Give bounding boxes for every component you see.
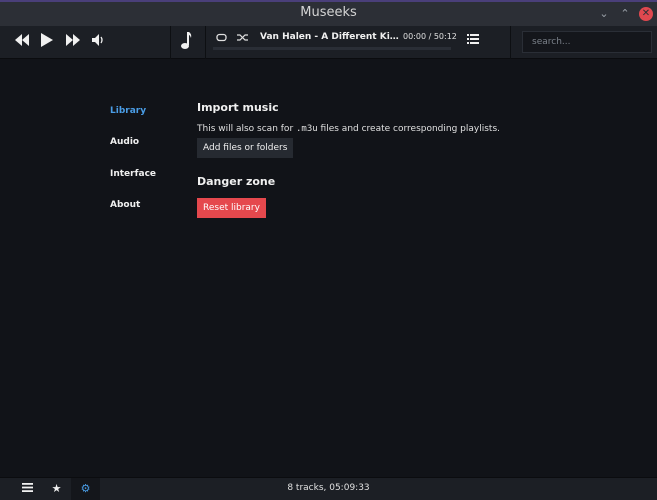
- settings-nav-interface[interactable]: Interface: [110, 169, 156, 179]
- play-icon[interactable]: [41, 33, 53, 52]
- settings-nav-about[interactable]: About: [110, 200, 140, 210]
- maximize-icon[interactable]: ⌃: [618, 7, 632, 21]
- import-music-heading: Import music: [197, 101, 279, 114]
- shuffle-icon[interactable]: [237, 32, 249, 45]
- music-note-icon: [180, 32, 192, 55]
- settings-nav-library[interactable]: Library: [110, 106, 146, 116]
- settings-nav-audio[interactable]: Audio: [110, 137, 139, 147]
- queue-icon[interactable]: [467, 33, 479, 48]
- m3u-code: .m3u: [296, 124, 318, 134]
- search-input[interactable]: [522, 31, 652, 53]
- header-divider: [205, 26, 206, 59]
- now-playing: Van Halen - A Different Kind Of Truth 00…: [207, 26, 510, 59]
- reset-library-button[interactable]: Reset library: [197, 198, 266, 218]
- next-icon[interactable]: [66, 33, 80, 51]
- track-title: Van Halen - A Different Kind Of Truth: [260, 32, 400, 42]
- window-titlebar: Museeks ⌄ ⌃ ✕: [0, 0, 657, 26]
- minimize-icon[interactable]: ⌄: [597, 7, 611, 21]
- previous-icon[interactable]: [15, 33, 29, 51]
- player-header: Van Halen - A Different Kind Of Truth 00…: [0, 26, 657, 59]
- import-description: This will also scan for .m3u files and c…: [197, 124, 500, 134]
- danger-zone-heading: Danger zone: [197, 175, 276, 188]
- track-time: 00:00 / 50:12: [403, 32, 457, 41]
- import-description-text: This will also scan for: [197, 124, 296, 134]
- progress-bar[interactable]: [213, 47, 451, 50]
- settings-view: Library Audio Interface About Import mus…: [0, 59, 657, 477]
- header-divider: [510, 26, 511, 59]
- header-divider: [170, 26, 171, 59]
- window-title: Museeks: [300, 5, 357, 20]
- repeat-icon[interactable]: [216, 32, 227, 45]
- library-status: 8 tracks, 05:09:33: [287, 483, 370, 493]
- import-description-text-end: files and create corresponding playlists…: [317, 124, 500, 134]
- volume-icon[interactable]: [92, 33, 105, 51]
- close-icon[interactable]: ✕: [639, 7, 653, 21]
- footer: ★ ⚙ 8 tracks, 05:09:33: [0, 477, 657, 500]
- add-files-button[interactable]: Add files or folders: [197, 138, 294, 158]
